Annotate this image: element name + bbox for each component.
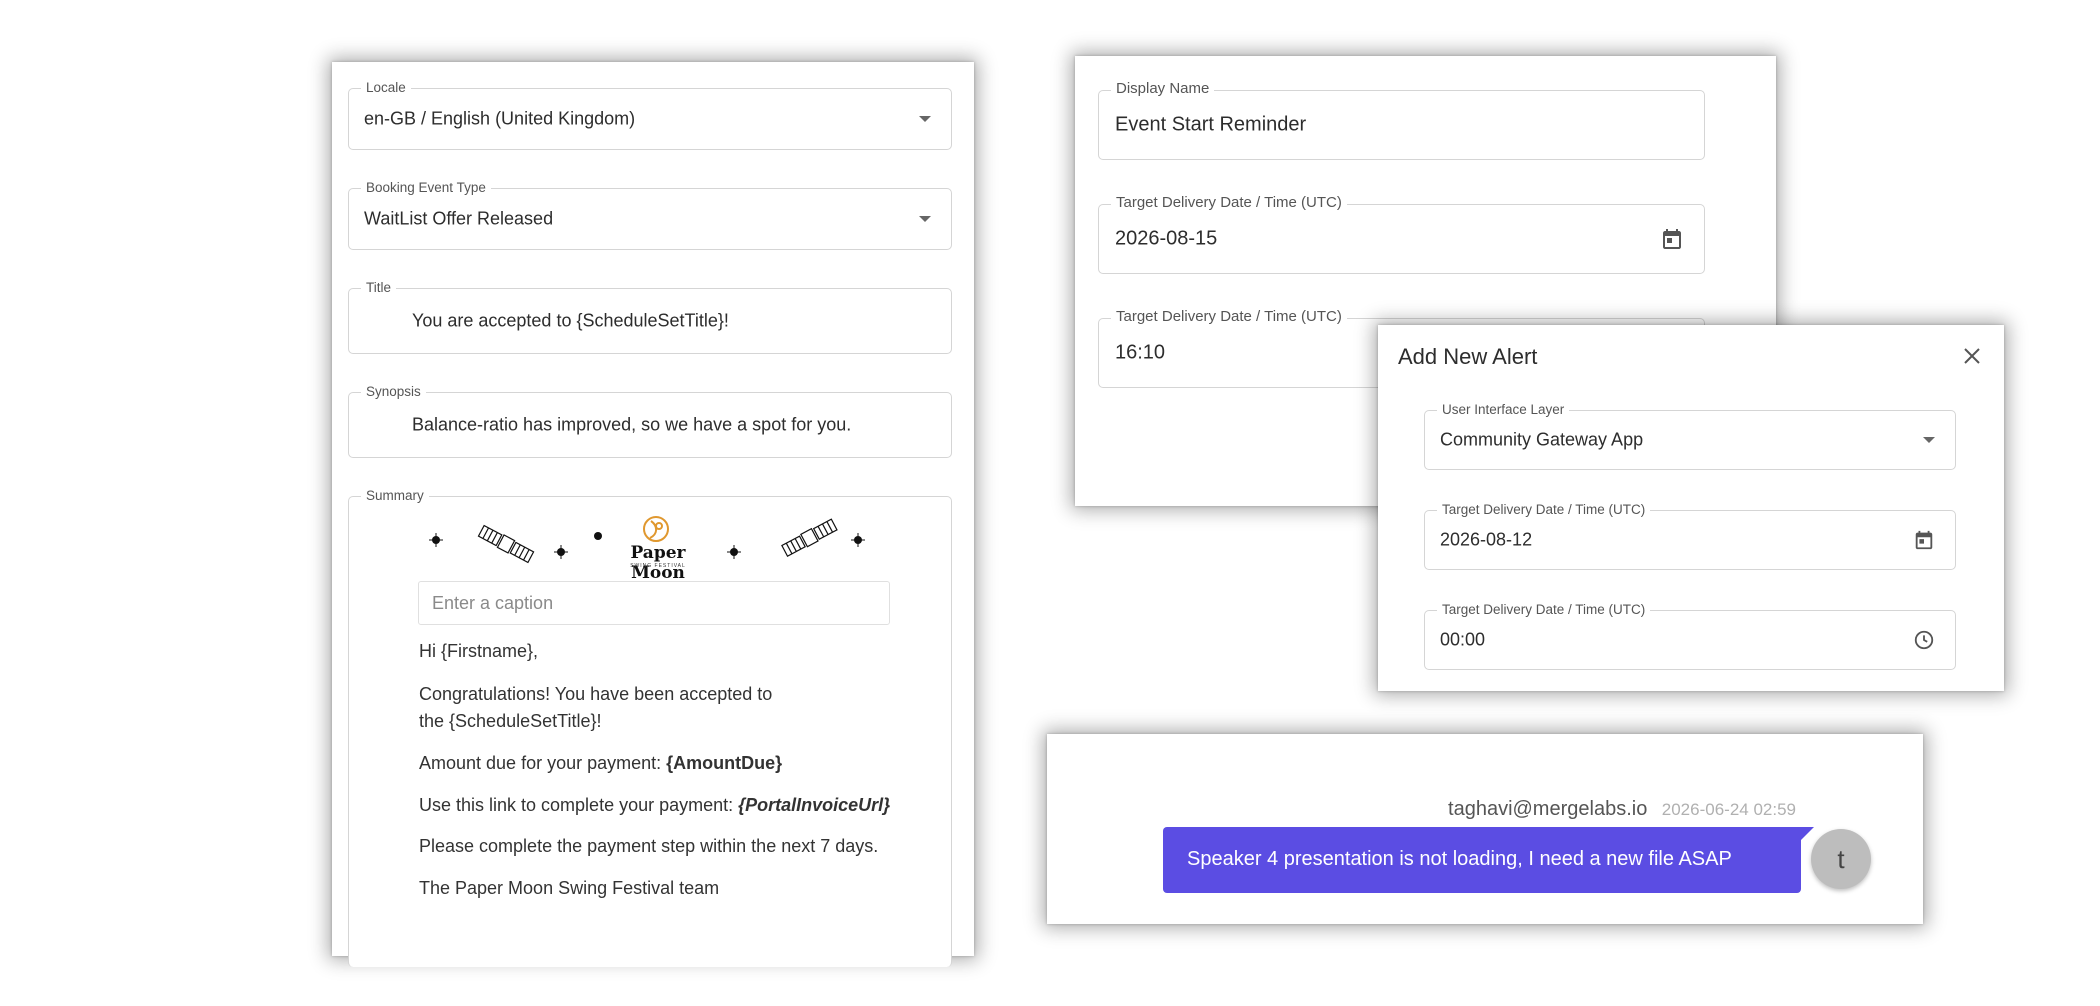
email-signoff: The Paper Moon Swing Festival team	[419, 878, 720, 898]
amount-token: {AmountDue}	[666, 753, 783, 773]
email-congrats-line2: the {ScheduleSetTitle}!	[419, 711, 602, 731]
clock-icon[interactable]	[1913, 629, 1935, 651]
reminder-date-value: 2026-08-15	[1115, 227, 1218, 250]
locale-select[interactable]: Locale en-GB / English (United Kingdom)	[348, 80, 952, 150]
ui-layer-label: User Interface Layer	[1437, 402, 1570, 418]
alert-date-label: Target Delivery Date / Time (UTC)	[1437, 502, 1651, 518]
locale-label: Locale	[361, 80, 411, 96]
alert-date-field[interactable]: Target Delivery Date / Time (UTC) 2026-0…	[1424, 502, 1956, 570]
message-meta: taghavi@mergelabs.io 2026-06-24 02:59	[1000, 798, 1796, 821]
logo-subtitle: SWING FESTIVAL	[630, 563, 686, 569]
message-text: Speaker 4 presentation is not loading, I…	[1187, 848, 1732, 870]
email-greeting: Hi {Firstname},	[419, 641, 539, 661]
bubble-tail	[1800, 827, 1814, 841]
message-timestamp: 2026-06-24 02:59	[1661, 800, 1796, 819]
title-field[interactable]: Title You are accepted to {ScheduleSetTi…	[348, 280, 952, 354]
moon-logo-icon	[643, 516, 669, 542]
reminder-date-label: Target Delivery Date / Time (UTC)	[1111, 195, 1347, 211]
caption-input[interactable]: Enter a caption	[418, 581, 890, 625]
synopsis-label: Synopsis	[361, 384, 426, 400]
email-link-line: Use this link to complete your payment: …	[419, 791, 890, 819]
ui-layer-value: Community Gateway App	[1440, 429, 1644, 450]
display-name-label: Display Name	[1111, 81, 1215, 97]
alert-time-field[interactable]: Target Delivery Date / Time (UTC) 00:00	[1424, 602, 1956, 670]
title-label: Title	[361, 280, 397, 296]
reminder-time-value: 16:10	[1115, 341, 1166, 364]
event-type-value: WaitList Offer Released	[364, 208, 554, 229]
title-value: You are accepted to {ScheduleSetTitle}!	[412, 310, 729, 331]
alert-date-value: 2026-08-12	[1440, 529, 1533, 550]
alert-time-value: 00:00	[1440, 629, 1486, 650]
avatar[interactable]: t	[1811, 829, 1871, 889]
reminder-time-label: Target Delivery Date / Time (UTC)	[1111, 309, 1347, 325]
amount-prefix: Amount due for your payment:	[419, 753, 667, 773]
caption-placeholder: Enter a caption	[432, 593, 554, 613]
link-prefix: Use this link to complete your payment:	[419, 795, 739, 815]
message-sender: taghavi@mergelabs.io	[1448, 798, 1648, 820]
calendar-icon[interactable]	[1913, 529, 1935, 551]
synopsis-value: Balance-ratio has improved, so we have a…	[412, 414, 852, 435]
chevron-down-icon[interactable]	[919, 216, 931, 222]
email-congrats-line1: Congratulations! You have been accepted …	[419, 684, 773, 704]
satellite-icon	[477, 524, 535, 564]
calendar-icon[interactable]	[1660, 227, 1684, 251]
event-type-label: Booking Event Type	[361, 180, 491, 196]
synopsis-field[interactable]: Synopsis Balance-ratio has improved, so …	[348, 384, 952, 458]
satellite-icon	[781, 518, 838, 557]
event-type-select[interactable]: Booking Event Type WaitList Offer Releas…	[348, 180, 952, 250]
avatar-initial: t	[1837, 844, 1845, 874]
ui-layer-select[interactable]: User Interface Layer Community Gateway A…	[1424, 402, 1956, 470]
message-bubble: Speaker 4 presentation is not loading, I…	[1163, 827, 1801, 893]
alert-time-label: Target Delivery Date / Time (UTC)	[1437, 602, 1651, 618]
invoice-url-token: {PortalInvoiceUrl}	[738, 795, 891, 815]
chevron-down-icon[interactable]	[1923, 437, 1935, 443]
email-deadline-line: Please complete the payment step within …	[419, 836, 879, 856]
dialog-title: Add New Alert	[1398, 344, 1538, 369]
locale-value: en-GB / English (United Kingdom)	[364, 108, 636, 129]
summary-label: Summary	[361, 488, 429, 504]
display-name-value: Event Start Reminder	[1115, 113, 1307, 136]
display-name-field[interactable]: Display Name Event Start Reminder	[1098, 81, 1705, 160]
reminder-date-field[interactable]: Target Delivery Date / Time (UTC) 2026-0…	[1098, 195, 1705, 274]
email-amount-line: Amount due for your payment: {AmountDue}	[419, 749, 782, 777]
close-icon[interactable]	[1963, 347, 1981, 365]
chevron-down-icon[interactable]	[919, 116, 931, 122]
